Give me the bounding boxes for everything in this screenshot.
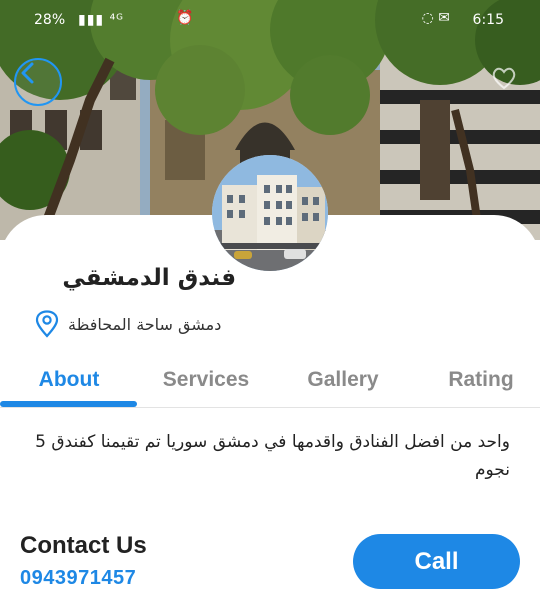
active-tab-indicator bbox=[0, 401, 137, 407]
about-description: واحد من افضل الفنادق واقدمها في دمشق سور… bbox=[35, 432, 510, 480]
hotel-photo bbox=[212, 155, 328, 271]
battery-level: 28% bbox=[34, 12, 66, 28]
tab-about[interactable]: About bbox=[0, 360, 138, 400]
favorite-button[interactable] bbox=[490, 64, 518, 92]
hotel-name: فندق الدمشقي bbox=[62, 265, 236, 291]
location-pin-icon bbox=[35, 310, 59, 338]
tab-services[interactable]: Services bbox=[138, 360, 274, 400]
signal-icon: ▮▮▮ ⁴ᴳ bbox=[78, 12, 125, 28]
contact-title: Contact Us bbox=[20, 532, 147, 559]
location-row: دمشق ساحة المحافظة bbox=[34, 310, 221, 338]
heart-icon bbox=[492, 67, 516, 90]
notification-icons: ◌ ✉ bbox=[421, 10, 450, 26]
alarm-icon: ⏰ bbox=[176, 10, 194, 26]
tab-bar: About Services Gallery Rating bbox=[0, 352, 540, 408]
chevron-left-icon bbox=[21, 62, 34, 84]
hotel-avatar bbox=[212, 155, 328, 271]
hotel-location: دمشق ساحة المحافظة bbox=[68, 314, 222, 334]
back-button[interactable] bbox=[14, 58, 62, 106]
status-bar: 28% ▮▮▮ ⁴ᴳ ⏰ ◌ ✉ 6:15 bbox=[0, 8, 540, 34]
contact-phone[interactable]: 0943971457 bbox=[20, 567, 136, 590]
tab-rating[interactable]: Rating bbox=[412, 360, 540, 400]
tab-gallery[interactable]: Gallery bbox=[274, 360, 412, 400]
call-button[interactable]: Call bbox=[353, 534, 520, 589]
clock: 6:15 bbox=[472, 12, 504, 28]
